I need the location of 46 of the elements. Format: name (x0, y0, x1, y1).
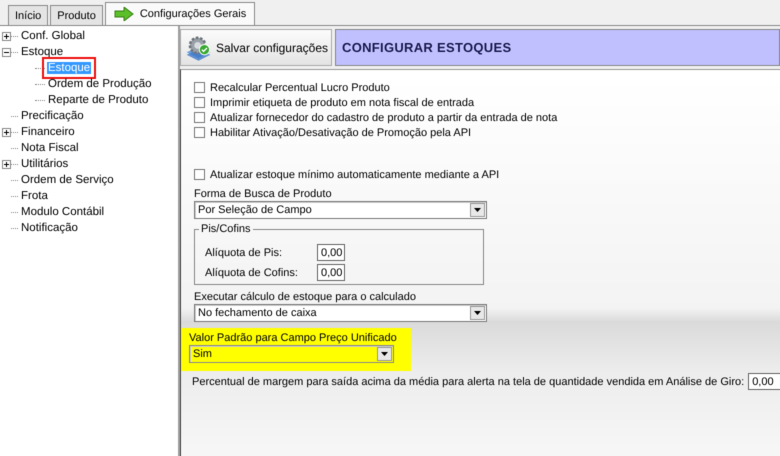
tree-item[interactable]: Utilitários (20, 158, 70, 170)
caret-icon (470, 203, 485, 217)
tree-item[interactable]: Financeiro (20, 126, 76, 138)
tree-item[interactable]: Estoque (20, 46, 64, 58)
tab[interactable]: Produto (50, 5, 103, 25)
checkbox-label: Habilitar Ativação/Desativação de Promoção pela API (210, 126, 472, 138)
checkbox[interactable] (194, 97, 205, 108)
collapse-icon[interactable] (2, 48, 11, 56)
tree-item[interactable]: Reparte de Produto (47, 94, 150, 106)
caret-icon (377, 347, 392, 361)
tree-item[interactable]: Nota Fiscal (20, 142, 80, 154)
dropdown[interactable]: Por Seleção de Campo (194, 201, 487, 219)
section-header: CONFIGURAR ESTOQUES (335, 29, 780, 66)
checkbox[interactable] (194, 112, 205, 123)
input-field[interactable]: 0,00 (317, 264, 345, 281)
checkbox[interactable] (194, 169, 205, 180)
field-label: Executar cálculo de estoque para o calculado (194, 291, 417, 303)
input-field[interactable]: 0,00 (748, 373, 780, 390)
field-label: Alíquota de Pis: (205, 246, 284, 258)
tree-item[interactable]: Ordem de Serviço (20, 174, 115, 186)
input-field[interactable]: 0,00 (317, 244, 345, 261)
tree-item[interactable]: Precificação (20, 110, 85, 122)
field-label: Forma de Busca de Produto (194, 188, 333, 200)
tree-item[interactable]: Modulo Contábil (20, 206, 106, 218)
tree-item[interactable]: Ordem de Produção (47, 78, 153, 90)
expand-icon[interactable] (2, 32, 11, 40)
dropdown[interactable]: No fechamento de caixa (194, 304, 487, 322)
checkbox[interactable] (194, 127, 205, 138)
dropdown[interactable]: Sim (189, 345, 394, 363)
checkbox[interactable] (194, 82, 205, 93)
tree-item[interactable]: Notificação (20, 222, 79, 234)
tree-item[interactable]: Conf. Global (20, 30, 86, 42)
field-label: Percentual de margem para saída acima da média para alerta na tela de quantidade vendida em Análise de Giro: (192, 376, 744, 388)
caret-icon (470, 306, 485, 320)
tab[interactable]: Configurações Gerais (104, 2, 256, 25)
field-label: Alíquota de Cofins: (205, 266, 299, 278)
save-button[interactable]: Salvar configurações (180, 29, 332, 66)
tab[interactable]: Início (8, 5, 48, 25)
checkbox-label: Atualizar estoque mínimo automaticamente mediante a API (210, 168, 500, 180)
expand-icon[interactable] (2, 128, 11, 136)
expand-icon[interactable] (2, 160, 11, 168)
checkbox-label: Recalcular Percentual Lucro Produto (210, 82, 390, 94)
checkbox-label: Atualizar fornecedor do cadastro de produto a partir da entrada de nota (210, 112, 558, 124)
tree-item[interactable]: Frota (20, 190, 49, 202)
checkbox-label: Imprimir etiqueta de produto em nota fiscal de entrada (210, 96, 474, 108)
group-title: Pis/Cofins (199, 223, 253, 235)
